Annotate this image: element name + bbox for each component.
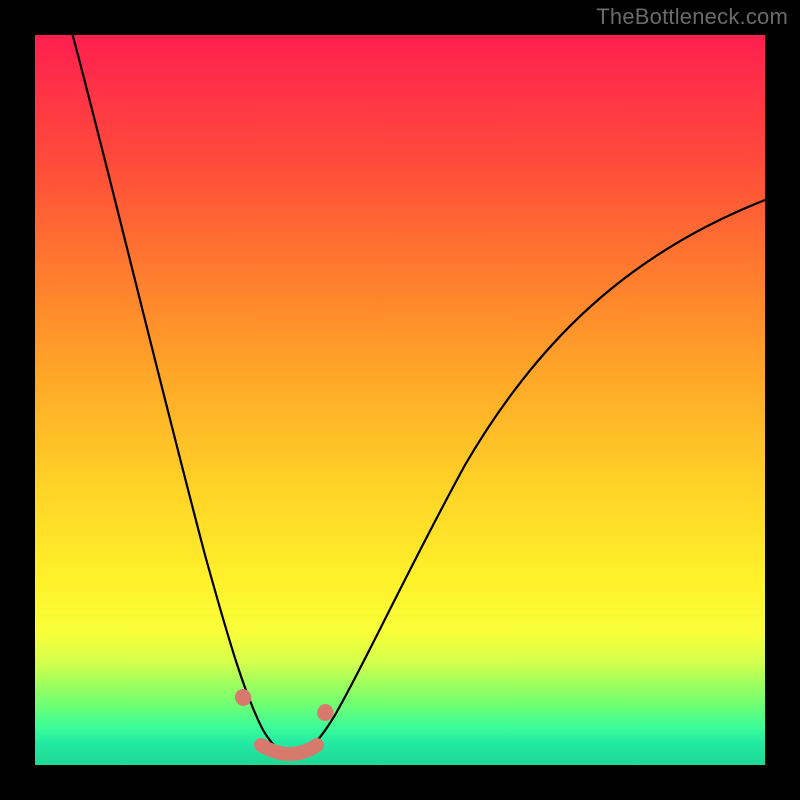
- curve-svg: [35, 35, 765, 765]
- plot-area: [35, 35, 765, 765]
- optimal-zone-line: [261, 745, 317, 754]
- figure-container: TheBottleneck.com: [0, 0, 800, 800]
- bottleneck-curve: [70, 35, 765, 755]
- optimal-zone-dots: [243, 695, 333, 713]
- watermark-text: TheBottleneck.com: [596, 4, 788, 30]
